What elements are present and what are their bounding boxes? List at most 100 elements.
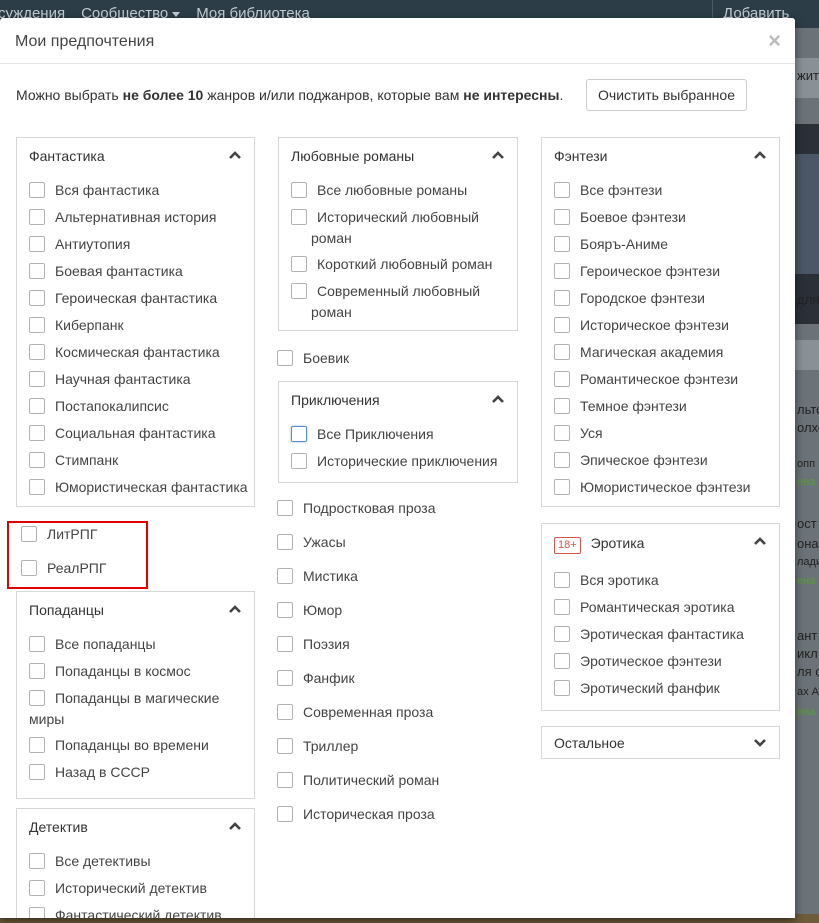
checkbox[interactable]: [277, 350, 293, 366]
checkbox[interactable]: [554, 653, 570, 669]
checkbox[interactable]: [554, 209, 570, 225]
checkbox[interactable]: [29, 398, 45, 414]
group-header[interactable]: Фэнтези: [542, 138, 779, 174]
checkbox[interactable]: [29, 853, 45, 869]
group-header[interactable]: Фантастика: [17, 138, 254, 174]
genre-item[interactable]: Попаданцы в космос: [29, 661, 191, 682]
genre-item[interactable]: Подростковая проза: [277, 498, 436, 519]
genre-item[interactable]: Все попаданцы: [29, 634, 156, 655]
genre-item[interactable]: Исторические приключения: [291, 451, 497, 472]
chevron-down-icon[interactable]: [753, 738, 767, 748]
checkbox[interactable]: [554, 680, 570, 696]
checkbox[interactable]: [29, 263, 45, 279]
genre-item[interactable]: Космическая фантастика: [29, 342, 220, 363]
checkbox[interactable]: [29, 663, 45, 679]
genre-item[interactable]: Киберпанк: [29, 315, 124, 336]
checkbox[interactable]: [554, 290, 570, 306]
group-ostalnoe[interactable]: Остальное: [541, 726, 780, 759]
checkbox[interactable]: [554, 452, 570, 468]
genre-item[interactable]: Социальная фантастика: [29, 423, 216, 444]
genre-item[interactable]: Короткий любовный роман: [291, 254, 492, 275]
chevron-up-icon[interactable]: [228, 604, 242, 614]
checkbox[interactable]: [277, 500, 293, 516]
genre-item[interactable]: Боевая фантастика: [29, 261, 183, 282]
checkbox[interactable]: [29, 371, 45, 387]
genre-item[interactable]: Триллер: [277, 736, 358, 757]
checkbox[interactable]: [554, 182, 570, 198]
genre-item[interactable]: Все фэнтези: [554, 180, 662, 201]
checkbox[interactable]: [291, 256, 307, 272]
genre-item[interactable]: Вся фантастика: [29, 180, 159, 201]
checkbox[interactable]: [291, 182, 307, 198]
genre-item[interactable]: Фанфик: [277, 668, 355, 689]
checkbox[interactable]: [29, 425, 45, 441]
checkbox[interactable]: [554, 572, 570, 588]
genre-item[interactable]: Эротическая фантастика: [554, 624, 744, 645]
checkbox[interactable]: [29, 452, 45, 468]
checkbox[interactable]: [29, 236, 45, 252]
checkbox[interactable]: [277, 670, 293, 686]
genre-item-boevik[interactable]: Боевик: [277, 348, 349, 369]
checkbox[interactable]: [291, 453, 307, 469]
checkbox[interactable]: [29, 690, 45, 706]
genre-item[interactable]: Исторический любовный роман: [291, 207, 479, 249]
genre-item[interactable]: Исторический детектив: [29, 878, 207, 899]
checkbox[interactable]: [277, 534, 293, 550]
checkbox[interactable]: [29, 182, 45, 198]
genre-item[interactable]: Все Приключения: [291, 424, 434, 445]
checkbox[interactable]: [291, 426, 307, 442]
genre-item[interactable]: Поэзия: [277, 634, 350, 655]
genre-item[interactable]: Юмористическое фэнтези: [554, 477, 750, 498]
genre-item[interactable]: Современный любовный роман: [291, 281, 480, 323]
group-header[interactable]: Любовные романы: [279, 138, 517, 174]
checkbox[interactable]: [29, 764, 45, 780]
checkbox[interactable]: [554, 344, 570, 360]
genre-item[interactable]: Назад в СССР: [29, 762, 150, 783]
genre-item[interactable]: Эпическое фэнтези: [554, 450, 708, 471]
genre-item[interactable]: Современная проза: [277, 702, 433, 723]
genre-item[interactable]: Стимпанк: [29, 450, 118, 471]
checkbox[interactable]: [277, 602, 293, 618]
chevron-up-icon[interactable]: [228, 150, 242, 160]
checkbox[interactable]: [29, 209, 45, 225]
genre-item[interactable]: Уся: [554, 423, 603, 444]
checkbox[interactable]: [277, 738, 293, 754]
genre-item[interactable]: Бояръ-Аниме: [554, 234, 668, 255]
checkbox[interactable]: [291, 283, 307, 299]
chevron-up-icon[interactable]: [753, 150, 767, 160]
group-header[interactable]: Детектив: [17, 809, 254, 845]
checkbox[interactable]: [554, 236, 570, 252]
checkbox[interactable]: [554, 398, 570, 414]
checkbox[interactable]: [29, 344, 45, 360]
chevron-up-icon[interactable]: [753, 536, 767, 546]
genre-item[interactable]: Антиутопия: [29, 234, 130, 255]
genre-item[interactable]: Темное фэнтези: [554, 396, 687, 417]
genre-item[interactable]: Героическое фэнтези: [554, 261, 720, 282]
checkbox[interactable]: [291, 209, 307, 225]
checkbox[interactable]: [29, 290, 45, 306]
checkbox[interactable]: [554, 599, 570, 615]
genre-item[interactable]: Фантастический детектив: [29, 905, 222, 918]
genre-item[interactable]: Попаданцы во времени: [29, 735, 209, 756]
genre-item[interactable]: Боевое фэнтези: [554, 207, 686, 228]
group-header[interactable]: Приключения: [279, 382, 517, 418]
checkbox[interactable]: [29, 880, 45, 896]
genre-item[interactable]: Юмор: [277, 600, 342, 621]
checkbox[interactable]: [277, 568, 293, 584]
genre-item[interactable]: Альтернативная история: [29, 207, 216, 228]
group-header[interactable]: 18+ Эротика: [542, 524, 779, 562]
checkbox[interactable]: [29, 479, 45, 495]
genre-item[interactable]: Политический роман: [277, 770, 439, 791]
genre-item[interactable]: Научная фантастика: [29, 369, 191, 390]
genre-item[interactable]: Магическая академия: [554, 342, 723, 363]
checkbox[interactable]: [29, 907, 45, 918]
chevron-up-icon[interactable]: [491, 394, 505, 404]
checkbox[interactable]: [554, 371, 570, 387]
checkbox[interactable]: [29, 737, 45, 753]
genre-item[interactable]: Эротическое фэнтези: [554, 651, 722, 672]
checkbox[interactable]: [277, 704, 293, 720]
genre-item[interactable]: Попаданцы в магические миры: [29, 688, 219, 730]
genre-item[interactable]: Все любовные романы: [291, 180, 467, 201]
checkbox[interactable]: [554, 626, 570, 642]
genre-item[interactable]: Историческое фэнтези: [554, 315, 729, 336]
